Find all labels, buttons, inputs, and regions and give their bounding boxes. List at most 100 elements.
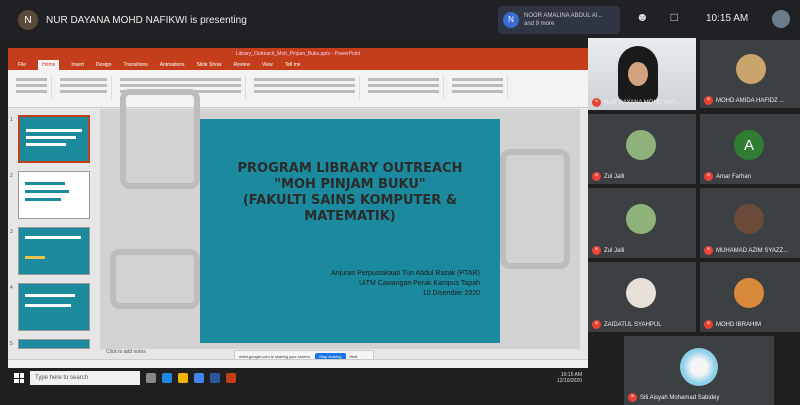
- participant-name: Siti Aisyah Mohamad Sabidey: [640, 394, 720, 401]
- mic-off-icon: ×: [592, 246, 601, 255]
- share-text: meet.google.com is sharing your screen.: [239, 353, 312, 359]
- mic-off-icon: ×: [704, 96, 713, 105]
- thumb-number: 2: [10, 173, 13, 179]
- slide-subtitle: Anjuran Perpustakaan Tun Abdul Razak (PT…: [331, 269, 480, 299]
- ppt-title-bar: Library_Outreach_Moh_Pinjam_Buku.pptx - …: [8, 48, 588, 60]
- slide-title-line: "MOH PINJAM BUKU": [274, 177, 426, 192]
- avatar: [626, 130, 656, 160]
- current-slide[interactable]: PROGRAM LIBRARY OUTREACH "MOH PINJAM BUK…: [200, 119, 500, 343]
- tab-transitions[interactable]: Transitions: [124, 60, 148, 70]
- edge-icon[interactable]: [162, 373, 172, 383]
- avatar: [736, 54, 766, 84]
- slide-title-line: (FAKULTI SAINS KOMPUTER &: [242, 193, 458, 208]
- slide-title: PROGRAM LIBRARY OUTREACH "MOH PINJAM BUK…: [200, 161, 500, 225]
- slide-subtitle-line: Anjuran Perpustakaan Tun Abdul Razak (PT…: [331, 270, 480, 277]
- mic-off-icon: ×: [704, 172, 713, 181]
- editing-group[interactable]: [448, 75, 508, 99]
- participant-name: MUHAMAD AZIM SYAZZ...: [716, 247, 789, 254]
- mic-off-icon: ×: [628, 393, 637, 402]
- background-decoration: [500, 149, 570, 269]
- file-explorer-icon[interactable]: [178, 373, 188, 383]
- mic-off-icon: ×: [592, 320, 601, 329]
- ppt-status-bar: [8, 359, 588, 368]
- participant-name: Zul Jalil: [604, 247, 625, 254]
- meet-clock: 10:15 AM: [706, 13, 749, 24]
- background-decoration: [120, 89, 200, 189]
- participant-name: Zul Jalil: [604, 173, 625, 180]
- participant-tile[interactable]: × Zul Jalil: [588, 188, 696, 258]
- avatar: [734, 204, 764, 234]
- notification-avatar: N: [503, 12, 519, 28]
- slide-subtitle-line: UiTM Cawangan Perak Kampus Tapah: [359, 280, 480, 287]
- slide-title-line: MATEMATIK): [304, 209, 396, 224]
- tab-design[interactable]: Design: [96, 60, 112, 70]
- powerpoint-window: Library_Outreach_Moh_Pinjam_Buku.pptx - …: [8, 48, 588, 368]
- avatar: [680, 348, 718, 386]
- task-view-icon[interactable]: [146, 373, 156, 383]
- join-notification[interactable]: N NOOR AMALINA ABDUL AI... and 9 more: [498, 6, 620, 34]
- participant-tile[interactable]: × MOHD AMIDA HAFIDZ ...: [700, 40, 800, 108]
- taskbar-search[interactable]: Type here to search: [30, 371, 140, 385]
- taskbar-date: 12/10/2020: [556, 378, 582, 384]
- mic-off-icon: ×: [592, 172, 601, 181]
- thumbnail-slide-3[interactable]: [18, 227, 90, 275]
- participant-tile[interactable]: × MUHAMAD AZIM SYAZZ...: [700, 188, 800, 258]
- tab-slide-show[interactable]: Slide Show: [197, 60, 222, 70]
- participant-name: MOHD IBRAHIM: [716, 321, 761, 328]
- people-icon[interactable]: ☻: [636, 10, 649, 24]
- clipboard-group[interactable]: [12, 75, 52, 99]
- slide-editor: PROGRAM LIBRARY OUTREACH "MOH PINJAM BUK…: [100, 89, 580, 349]
- participant-tile[interactable]: A × Amar Farhan: [700, 114, 800, 184]
- slide-title-line: PROGRAM LIBRARY OUTREACH: [237, 161, 463, 176]
- self-avatar[interactable]: [772, 10, 790, 28]
- thumb-number: 5: [10, 341, 13, 347]
- mic-off-icon: ×: [704, 320, 713, 329]
- tab-animations[interactable]: Animations: [160, 60, 185, 70]
- hide-button[interactable]: Hide: [350, 354, 358, 359]
- avatar: A: [734, 130, 764, 160]
- presenter-text: NUR DAYANA MOHD NAFIKWI is presenting: [46, 14, 247, 26]
- avatar: [734, 278, 764, 308]
- powerpoint-icon[interactable]: [226, 373, 236, 383]
- participant-tile[interactable]: × ZAIDATUL SYAHPUL: [588, 262, 696, 332]
- thumb-number: 3: [10, 229, 13, 235]
- avatar: [626, 278, 656, 308]
- tab-home[interactable]: Home: [38, 60, 60, 70]
- thumbnail-slide-2[interactable]: [18, 171, 90, 219]
- windows-taskbar: Type here to search 10:15 AM 12/10/2020: [8, 368, 588, 388]
- tab-view[interactable]: View: [262, 60, 273, 70]
- presenter-banner: N NUR DAYANA MOHD NAFIKWI is presenting: [18, 10, 247, 30]
- participant-tile[interactable]: × Zul Jalil: [588, 114, 696, 184]
- tab-review[interactable]: Review: [234, 60, 250, 70]
- meet-top-bar: N NUR DAYANA MOHD NAFIKWI is presenting …: [0, 0, 800, 40]
- participant-name: ZAIDATUL SYAHPUL: [604, 321, 662, 328]
- thumb-number: 1: [10, 117, 13, 123]
- paragraph-group[interactable]: [250, 75, 360, 99]
- ribbon-tabs: File Home Insert Design Transitions Anim…: [8, 60, 588, 70]
- word-icon[interactable]: [210, 373, 220, 383]
- thumbnail-slide-4[interactable]: [18, 283, 90, 331]
- participant-tile[interactable]: × MOHD IBRAHIM: [700, 262, 800, 332]
- ribbon-toolbar: [8, 70, 588, 108]
- windows-start-icon[interactable]: [14, 373, 24, 383]
- mic-off-icon: ×: [592, 98, 601, 107]
- chrome-icon[interactable]: [194, 373, 204, 383]
- avatar: [626, 204, 656, 234]
- slides-group[interactable]: [56, 75, 112, 99]
- thumbnail-slide-5[interactable]: [18, 339, 90, 349]
- notification-subtitle: and 9 more: [524, 21, 555, 27]
- tab-file[interactable]: File: [18, 60, 26, 70]
- participant-tile[interactable]: × NUR DAYANA MOHD NAF...: [588, 38, 696, 110]
- presenter-avatar: N: [18, 10, 38, 30]
- thumbnail-slide-1[interactable]: [18, 115, 90, 163]
- slide-subtitle-line: 10 Disember 2020: [422, 290, 480, 297]
- tab-insert[interactable]: Insert: [71, 60, 84, 70]
- chat-icon[interactable]: □: [671, 10, 678, 24]
- participant-tile[interactable]: × Siti Aisyah Mohamad Sabidey: [624, 336, 774, 405]
- participant-name: NUR DAYANA MOHD NAF...: [604, 99, 681, 106]
- mic-off-icon: ×: [704, 246, 713, 255]
- participant-name: MOHD AMIDA HAFIDZ ...: [716, 97, 785, 104]
- tell-me-box[interactable]: Tell me: [285, 60, 301, 70]
- drawing-group[interactable]: [364, 75, 444, 99]
- slide-thumbnails: 1 2 3 4 5: [8, 109, 96, 349]
